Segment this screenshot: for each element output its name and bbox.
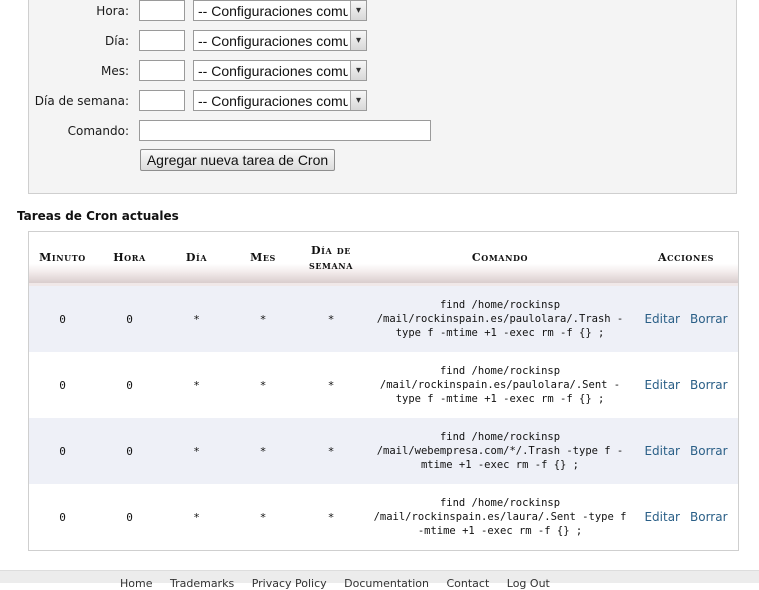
cell-month: * (230, 284, 296, 352)
cron-form-panel: Hora: -- Configuraciones comunes -- ▾ Dí… (28, 0, 737, 194)
chevron-down-icon[interactable]: ▾ (350, 31, 366, 50)
edit-link[interactable]: Editar (644, 378, 680, 392)
edit-link[interactable]: Editar (644, 312, 680, 326)
cell-month: * (230, 484, 296, 550)
cell-hour: 0 (96, 418, 163, 484)
delete-link[interactable]: Borrar (690, 510, 728, 524)
weekday-row: Día de semana: -- Configuraciones comune… (29, 90, 736, 114)
cell-actions: Editar Borrar (634, 352, 738, 418)
footer-link-documentation[interactable]: Documentation (344, 577, 429, 590)
cell-weekday: * (296, 284, 366, 352)
header-month[interactable]: Mes (230, 232, 296, 286)
month-input[interactable] (139, 60, 185, 81)
footer-link-home[interactable]: Home (120, 577, 152, 590)
cell-minute: 0 (29, 418, 96, 484)
weekday-select-value: -- Configuraciones comunes -- (198, 93, 348, 109)
chevron-down-icon[interactable]: ▾ (350, 1, 366, 20)
add-cron-task-button[interactable]: Agregar nueva tarea de Cron (140, 149, 335, 171)
delete-link[interactable]: Borrar (690, 444, 728, 458)
command-row: Comando: (29, 120, 736, 144)
cell-command: find /home/rockinsp /mail/webempresa.com… (366, 418, 634, 484)
month-select-value: -- Configuraciones comunes -- (198, 63, 348, 79)
cell-day: * (163, 352, 230, 418)
chevron-down-icon[interactable]: ▾ (350, 61, 366, 80)
weekday-select[interactable]: -- Configuraciones comunes -- ▾ (193, 90, 367, 111)
hour-label: Hora: (96, 4, 129, 18)
header-weekday[interactable]: Día de semana (296, 232, 366, 286)
hour-row: Hora: -- Configuraciones comunes -- ▾ (29, 0, 736, 24)
cell-command: find /home/rockinsp /mail/rockinspain.es… (366, 284, 634, 352)
day-select-value: -- Configuraciones comunes -- (198, 33, 348, 49)
cell-month: * (230, 418, 296, 484)
cell-command: find /home/rockinsp /mail/rockinspain.es… (366, 352, 634, 418)
cell-hour: 0 (96, 484, 163, 550)
hour-select[interactable]: -- Configuraciones comunes -- ▾ (193, 0, 367, 21)
footer-link-privacy[interactable]: Privacy Policy (252, 577, 327, 590)
cell-command: find /home/rockinsp /mail/rockinspain.es… (366, 484, 634, 550)
weekday-input[interactable] (139, 90, 185, 111)
cell-minute: 0 (29, 352, 96, 418)
delete-link[interactable]: Borrar (690, 312, 728, 326)
command-label: Comando: (67, 124, 129, 138)
weekday-label: Día de semana: (34, 94, 129, 108)
month-row: Mes: -- Configuraciones comunes -- ▾ (29, 60, 736, 84)
hour-select-value: -- Configuraciones comunes -- (198, 3, 348, 19)
header-day[interactable]: Día (163, 232, 230, 286)
header-actions: Acciones (634, 232, 738, 286)
day-select[interactable]: -- Configuraciones comunes -- ▾ (193, 30, 367, 51)
cell-day: * (163, 484, 230, 550)
cell-day: * (163, 284, 230, 352)
month-select[interactable]: -- Configuraciones comunes -- ▾ (193, 60, 367, 81)
table-row: 0 0 * * * find /home/rockinsp /mail/rock… (29, 484, 738, 550)
cell-minute: 0 (29, 484, 96, 550)
cell-weekday: * (296, 352, 366, 418)
current-cron-tasks-title: Tareas de Cron actuales (17, 209, 179, 223)
edit-link[interactable]: Editar (644, 444, 680, 458)
cell-weekday: * (296, 418, 366, 484)
cell-actions: Editar Borrar (634, 418, 738, 484)
delete-link[interactable]: Borrar (690, 378, 728, 392)
hour-input[interactable] (139, 0, 185, 21)
month-label: Mes: (100, 64, 129, 78)
footer-links: Home Trademarks Privacy Policy Documenta… (120, 577, 564, 590)
footer-link-contact[interactable]: Contact (446, 577, 489, 590)
cell-weekday: * (296, 484, 366, 550)
cell-month: * (230, 352, 296, 418)
footer-link-trademarks[interactable]: Trademarks (170, 577, 234, 590)
cell-hour: 0 (96, 284, 163, 352)
day-row: Día: -- Configuraciones comunes -- ▾ (29, 30, 736, 54)
cell-actions: Editar Borrar (634, 484, 738, 550)
cell-minute: 0 (29, 284, 96, 352)
day-label: Día: (105, 34, 129, 48)
cell-hour: 0 (96, 352, 163, 418)
day-input[interactable] (139, 30, 185, 51)
edit-link[interactable]: Editar (644, 510, 680, 524)
command-input[interactable] (139, 120, 431, 141)
table-row: 0 0 * * * find /home/rockinsp /mail/webe… (29, 418, 738, 484)
cron-tasks-table: Minuto Hora Día Mes Día de semana Comand… (28, 231, 739, 551)
cell-actions: Editar Borrar (634, 284, 738, 352)
table-header-row: Minuto Hora Día Mes Día de semana Comand… (29, 232, 738, 286)
header-minute[interactable]: Minuto (29, 232, 96, 286)
chevron-down-icon[interactable]: ▾ (350, 91, 366, 110)
table-row: 0 0 * * * find /home/rockinsp /mail/rock… (29, 284, 738, 352)
header-hour[interactable]: Hora (96, 232, 163, 286)
footer-link-logout[interactable]: Log Out (507, 577, 550, 590)
cell-day: * (163, 418, 230, 484)
header-command[interactable]: Comando (366, 232, 634, 286)
table-row: 0 0 * * * find /home/rockinsp /mail/rock… (29, 352, 738, 418)
